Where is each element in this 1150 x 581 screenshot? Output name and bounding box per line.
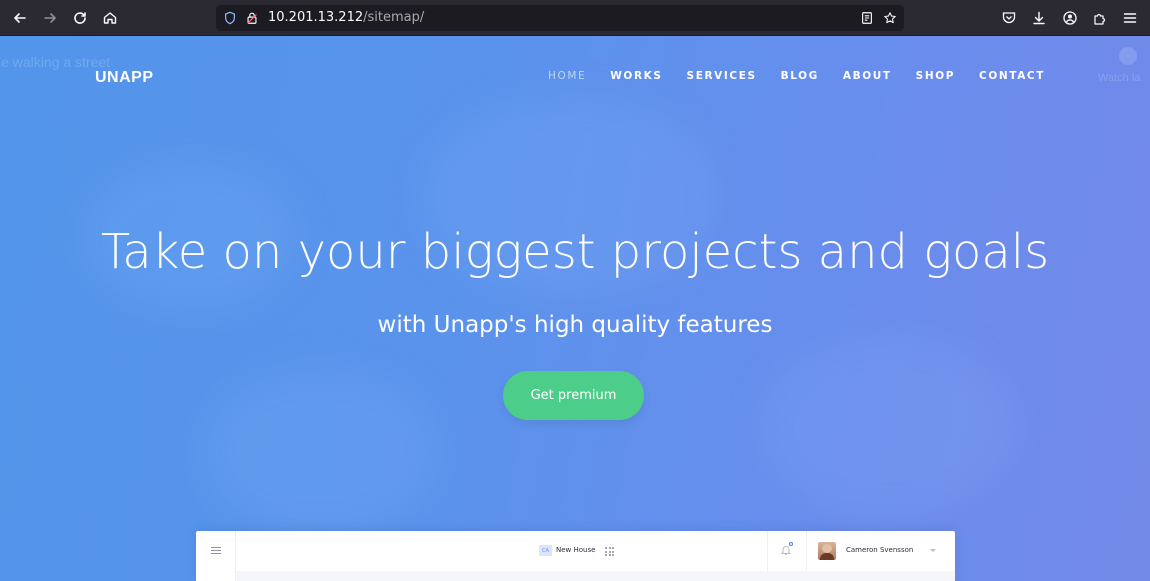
video-overlay-title: le walking a street	[0, 54, 111, 70]
nav-blog[interactable]: BLOG	[781, 70, 819, 82]
nav-shop[interactable]: SHOP	[916, 70, 955, 82]
url-path: /sitemap/	[363, 10, 425, 25]
insecure-lock-icon[interactable]	[244, 10, 260, 26]
nav-works[interactable]: WORKS	[610, 70, 662, 82]
nav-services[interactable]: SERVICES	[687, 70, 757, 82]
user-name: Cameron Svensson	[846, 546, 914, 554]
bookmark-star-icon[interactable]	[882, 10, 898, 26]
divider	[806, 531, 807, 571]
background-blur	[760, 336, 1020, 516]
main-nav: HOME WORKS SERVICES BLOG ABOUT SHOP CONT…	[524, 70, 1045, 82]
video-overlay-watch: Watch la	[1098, 72, 1141, 84]
url-text[interactable]: 10.201.13.212/sitemap/	[268, 10, 424, 25]
hero-title: Take on your biggest projects and goals	[100, 224, 1050, 280]
nav-contact[interactable]: CONTACT	[979, 70, 1045, 82]
apps-grid-icon	[605, 547, 614, 556]
pocket-icon[interactable]	[1000, 9, 1018, 27]
watch-later-icon	[1119, 47, 1137, 65]
divider	[767, 531, 768, 571]
notification-dot	[789, 542, 793, 546]
nav-about[interactable]: ABOUT	[843, 70, 892, 82]
hamburger-menu-icon[interactable]	[1121, 9, 1139, 27]
forward-button[interactable]	[37, 6, 63, 30]
background-blur	[200, 366, 440, 536]
back-button[interactable]	[7, 6, 33, 30]
extensions-icon[interactable]	[1091, 9, 1109, 27]
mockup-content	[236, 571, 955, 581]
home-icon	[103, 12, 117, 24]
shield-icon[interactable]	[222, 10, 238, 26]
project-name: New House	[556, 546, 596, 554]
web-page: le walking a street Watch la UNAPP HOME …	[0, 36, 1150, 581]
browser-toolbar: 10.201.13.212/sitemap/	[0, 0, 1150, 36]
address-bar[interactable]: 10.201.13.212/sitemap/	[216, 5, 904, 31]
arrow-left-icon	[14, 13, 26, 23]
site-logo[interactable]: UNAPP	[95, 69, 154, 87]
url-host: 10.201.13.212	[268, 10, 364, 25]
reload-button[interactable]	[67, 6, 93, 30]
nav-home[interactable]: HOME	[548, 70, 586, 82]
user-avatar	[818, 542, 836, 560]
app-mockup: CA New House Cameron Svensson	[196, 531, 955, 581]
arrow-right-icon	[44, 13, 56, 23]
download-icon[interactable]	[1030, 9, 1048, 27]
mockup-sidebar	[196, 531, 236, 581]
chevron-down-icon	[930, 549, 936, 552]
hero-subtitle: with Unapp's high quality features	[377, 312, 773, 338]
account-icon[interactable]	[1061, 9, 1079, 27]
reader-view-icon[interactable]	[859, 10, 875, 26]
get-premium-button[interactable]: Get premium	[503, 371, 644, 420]
home-button[interactable]	[97, 6, 123, 30]
menu-icon	[211, 547, 221, 556]
reload-icon	[74, 12, 86, 24]
project-badge: CA	[539, 545, 552, 556]
